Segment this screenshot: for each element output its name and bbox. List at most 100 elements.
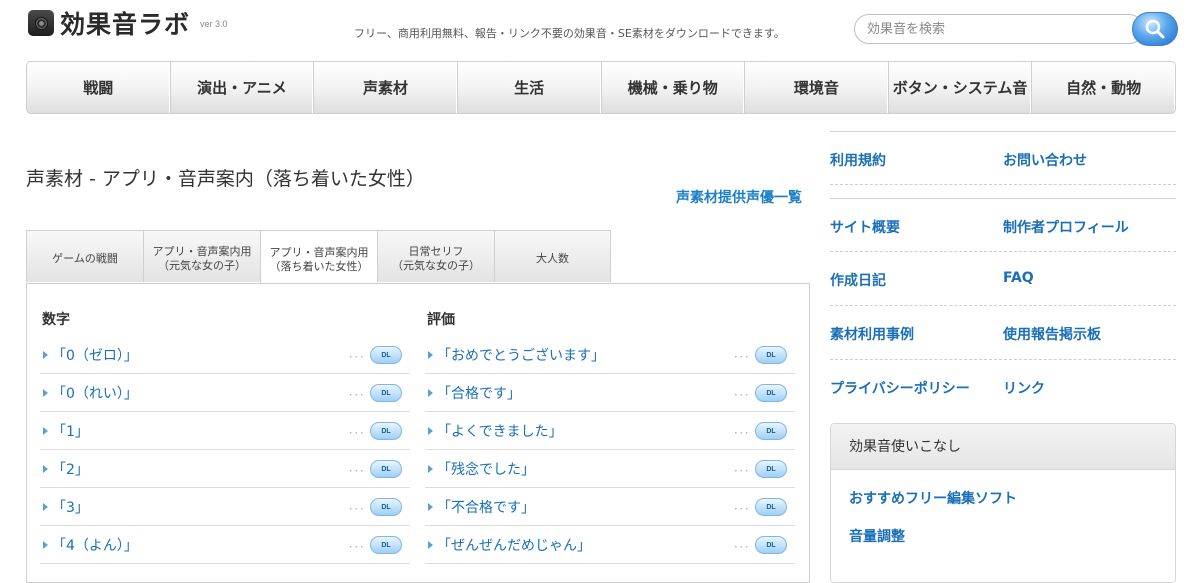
search-input[interactable]: [854, 14, 1144, 44]
list-item: 「合格です」 ･･･ DL: [425, 374, 795, 412]
sound-link[interactable]: 「4（よん）」: [52, 535, 138, 555]
subcategory-tabs: ゲームの戦闘 アプリ・音声案内用 （元気な女の子） アプリ・音声案内用 （落ち着…: [26, 230, 611, 284]
tab-app-guide-woman[interactable]: アプリ・音声案内用 （落ち着いた女性）: [260, 230, 377, 284]
download-button[interactable]: DL: [755, 498, 787, 516]
play-arrow-icon: [428, 388, 433, 397]
sidebar-link-contact[interactable]: お問い合わせ: [1003, 150, 1087, 170]
site-header: 効果音ラボ ver 3.0 フリー、商用利用無料、報告・リンク不要の効果音・SE…: [0, 0, 1200, 56]
sidebar-link-faq[interactable]: FAQ: [1003, 270, 1034, 286]
nav-item-voice[interactable]: 声素材: [314, 62, 458, 113]
sidebar-link-report-board[interactable]: 使用報告掲示板: [1003, 324, 1101, 344]
nav-item-life[interactable]: 生活: [458, 62, 602, 113]
tab-sublabel: （元気な女の子）: [158, 258, 246, 272]
sound-link[interactable]: 「2」: [52, 459, 89, 479]
site-tagline: フリー、商用利用無料、報告・リンク不要の効果音・SE素材をダウンロードできます。: [354, 27, 785, 40]
search-icon: [1145, 19, 1165, 39]
sidebar-row: 作成日記 FAQ: [830, 252, 1176, 306]
list-item: 「残念でした」 ･･･ DL: [425, 450, 795, 488]
nav-item-button-system[interactable]: ボタン・システム音: [889, 62, 1033, 113]
tab-game-battle[interactable]: ゲームの戦闘: [26, 230, 143, 282]
list-item: 「0（ゼロ）」 ･･･ DL: [40, 336, 410, 374]
download-button[interactable]: DL: [370, 422, 402, 440]
evaluation-column: 評価 「おめでとうございます」 ･･･ DL 「合格です」 ･･･ DL 「よく…: [425, 284, 795, 564]
dots: ･･･: [733, 467, 750, 477]
sidebar-row: 利用規約 お問い合わせ: [830, 131, 1176, 185]
sidebar-link-about[interactable]: サイト概要: [830, 217, 900, 237]
download-button[interactable]: DL: [370, 384, 402, 402]
sidebar-row: 素材利用事例 使用報告掲示板: [830, 306, 1176, 360]
dots: ･･･: [348, 467, 365, 477]
dots: ･･･: [348, 505, 365, 515]
play-arrow-icon: [43, 388, 48, 397]
list-item: 「4（よん）」 ･･･ DL: [40, 526, 410, 564]
list-item: 「2」 ･･･ DL: [40, 450, 410, 488]
play-arrow-icon: [43, 426, 48, 435]
download-label: DL: [766, 427, 776, 435]
sidebar-link-privacy[interactable]: プライバシーポリシー: [830, 378, 970, 398]
search-box: [854, 12, 1178, 46]
sidebar-row: プライバシーポリシー リンク: [830, 360, 1176, 414]
tab-app-guide-girl[interactable]: アプリ・音声案内用 （元気な女の子）: [143, 230, 260, 282]
download-button[interactable]: DL: [755, 346, 787, 364]
download-button[interactable]: DL: [370, 498, 402, 516]
nav-item-battle[interactable]: 戦闘: [27, 62, 171, 113]
list-item: 「不合格です」 ･･･ DL: [425, 488, 795, 526]
version-label: ver 3.0: [200, 19, 228, 29]
sound-link[interactable]: 「合格です」: [437, 383, 521, 403]
list-item: 「ぜんぜんだめじゃん」 ･･･ DL: [425, 526, 795, 564]
tab-sublabel: （元気な女の子）: [392, 258, 480, 272]
tips-link-free-editor[interactable]: おすすめフリー編集ソフト: [849, 488, 1017, 508]
sound-link[interactable]: 「おめでとうございます」: [437, 345, 605, 365]
sound-link[interactable]: 「不合格です」: [437, 497, 535, 517]
sidebar-link-profile[interactable]: 制作者プロフィール: [1003, 217, 1129, 237]
section-heading: 数字: [42, 312, 70, 328]
download-button[interactable]: DL: [755, 422, 787, 440]
download-button[interactable]: DL: [755, 384, 787, 402]
sidebar-link-links[interactable]: リンク: [1003, 378, 1045, 398]
sidebar-link-diary[interactable]: 作成日記: [830, 270, 886, 290]
logo-text: 効果音ラボ: [60, 10, 191, 39]
list-item: 「おめでとうございます」 ･･･ DL: [425, 336, 795, 374]
play-arrow-icon: [428, 426, 433, 435]
dots: ･･･: [733, 391, 750, 401]
download-label: DL: [766, 351, 776, 359]
search-button[interactable]: [1132, 12, 1178, 46]
tab-daily-lines-girl[interactable]: 日常セリフ （元気な女の子）: [377, 230, 494, 282]
tab-crowd[interactable]: 大人数: [494, 230, 611, 282]
download-button[interactable]: DL: [370, 346, 402, 364]
nav-item-effects-anime[interactable]: 演出・アニメ: [171, 62, 315, 113]
download-label: DL: [381, 503, 391, 511]
download-label: DL: [766, 503, 776, 511]
download-button[interactable]: DL: [370, 460, 402, 478]
sound-link[interactable]: 「1」: [52, 421, 89, 441]
site-logo[interactable]: 効果音ラボ ver 3.0: [28, 8, 228, 39]
page-title: 声素材 - アプリ・音声案内（落ち着いた女性）: [26, 168, 425, 190]
download-label: DL: [381, 351, 391, 359]
sound-link[interactable]: 「3」: [52, 497, 89, 517]
download-label: DL: [381, 389, 391, 397]
sound-link[interactable]: 「ぜんぜんだめじゃん」: [437, 535, 591, 555]
sound-link[interactable]: 「よくできました」: [437, 421, 563, 441]
tips-link-volume[interactable]: 音量調整: [849, 526, 905, 546]
download-label: DL: [381, 465, 391, 473]
sound-link[interactable]: 「0（ゼロ）」: [52, 345, 138, 365]
nav-item-machine-vehicle[interactable]: 機械・乗り物: [602, 62, 746, 113]
tab-label: アプリ・音声案内用: [269, 245, 369, 259]
sidebar-row: サイト概要 制作者プロフィール: [830, 198, 1176, 252]
sidebar-link-terms[interactable]: 利用規約: [830, 150, 886, 170]
sidebar-link-usage-examples[interactable]: 素材利用事例: [830, 324, 914, 344]
tab-sublabel: （落ち着いた女性）: [269, 259, 369, 273]
download-button[interactable]: DL: [755, 536, 787, 554]
nav-item-nature-animal[interactable]: 自然・動物: [1032, 62, 1175, 113]
nav-item-ambient[interactable]: 環境音: [745, 62, 889, 113]
sound-link[interactable]: 「0（れい）」: [52, 383, 138, 403]
numbers-column: 数字 「0（ゼロ）」 ･･･ DL 「0（れい）」 ･･･ DL 「1」 ･･･…: [40, 284, 410, 564]
sound-list-panel: 数字 「0（ゼロ）」 ･･･ DL 「0（れい）」 ･･･ DL 「1」 ･･･…: [26, 283, 810, 583]
list-item: 「0（れい）」 ･･･ DL: [40, 374, 410, 412]
download-button[interactable]: DL: [370, 536, 402, 554]
play-arrow-icon: [428, 350, 433, 359]
play-arrow-icon: [43, 502, 48, 511]
sound-link[interactable]: 「残念でした」: [437, 459, 535, 479]
voice-actor-list-link[interactable]: 声素材提供声優一覧: [676, 187, 802, 207]
download-button[interactable]: DL: [755, 460, 787, 478]
